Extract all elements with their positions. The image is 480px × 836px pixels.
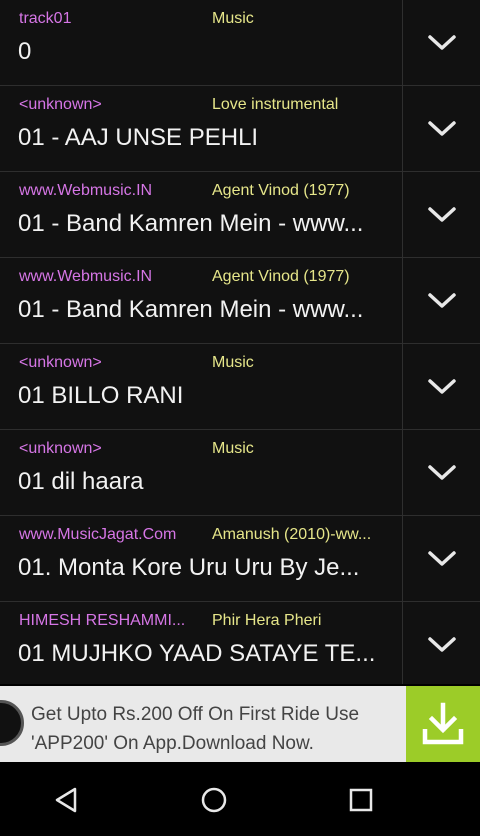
expand-button[interactable] [403, 86, 480, 172]
track-title: 01 BILLO RANI [18, 382, 184, 409]
expand-button[interactable] [403, 430, 480, 516]
track-album: Music [212, 354, 254, 371]
ad-banner[interactable]: Get Upto Rs.200 Off On First Ride Use 'A… [0, 686, 480, 762]
home-circle-icon [201, 787, 227, 813]
track-artist: www.MusicJagat.Com [19, 526, 177, 543]
back-button[interactable] [42, 780, 90, 820]
chevron-down-icon [427, 207, 456, 222]
track-album: Phir Hera Pheri [212, 612, 322, 629]
track-row[interactable]: www.Webmusic.IN Agent Vinod (1977) 01 - … [0, 172, 480, 258]
track-artist: <unknown> [19, 440, 102, 457]
recents-square-icon [349, 788, 373, 812]
home-button[interactable] [190, 780, 238, 820]
track-title: 01 - Band Kamren Mein - www... [18, 210, 364, 237]
track-title: 0 [18, 38, 32, 65]
expand-button[interactable] [403, 172, 480, 258]
ad-download-button[interactable] [406, 686, 480, 762]
track-row[interactable]: <unknown> Music 01 BILLO RANI [0, 344, 480, 430]
chevron-down-icon [427, 637, 456, 652]
track-row[interactable]: www.MusicJagat.Com Amanush (2010)-ww... … [0, 516, 480, 602]
ad-logo [0, 700, 24, 746]
track-list: track01 Music 0 <unknown> Love instrumen… [0, 0, 480, 684]
track-title: 01 - AAJ UNSE PEHLI [18, 124, 259, 151]
chevron-down-icon [427, 551, 456, 566]
chevron-down-icon [427, 379, 456, 394]
expand-button[interactable] [403, 258, 480, 344]
expand-button[interactable] [403, 516, 480, 602]
track-album: Agent Vinod (1977) [212, 182, 350, 199]
back-triangle-icon [55, 787, 77, 813]
track-row[interactable]: <unknown> Music 01 dil haara [0, 430, 480, 516]
track-artist: HIMESH RESHAMMI... [19, 612, 186, 629]
track-title: 01 MUJHKO YAAD SATAYE TE... [18, 640, 376, 667]
track-row[interactable]: www.Webmusic.IN Agent Vinod (1977) 01 - … [0, 258, 480, 344]
track-album: Love instrumental [212, 96, 339, 113]
expand-button[interactable] [403, 0, 480, 86]
track-title: 01 dil haara [18, 468, 144, 495]
expand-button[interactable] [403, 344, 480, 430]
track-album: Agent Vinod (1977) [212, 268, 350, 285]
track-artist: www.Webmusic.IN [19, 182, 153, 199]
chevron-down-icon [427, 465, 456, 480]
chevron-down-icon [427, 121, 456, 136]
track-artist: www.Webmusic.IN [19, 268, 153, 285]
download-icon [422, 702, 464, 745]
expand-button[interactable] [403, 602, 480, 684]
chevron-down-icon [427, 293, 456, 308]
ad-text: Get Upto Rs.200 Off On First Ride Use 'A… [31, 704, 360, 754]
track-row[interactable]: track01 Music 0 [0, 0, 480, 86]
navigation-bar [0, 762, 480, 836]
track-artist: track01 [19, 10, 72, 27]
track-artist: <unknown> [19, 96, 102, 113]
track-title: 01. Monta Kore Uru Uru By Je... [18, 554, 360, 581]
chevron-down-icon [427, 35, 456, 50]
track-album: Amanush (2010)-ww... [212, 526, 372, 543]
track-row[interactable]: <unknown> Love instrumental 01 - AAJ UNS… [0, 86, 480, 172]
track-album: Music [212, 10, 254, 27]
track-artist: <unknown> [19, 354, 102, 371]
track-row[interactable]: HIMESH RESHAMMI... Phir Hera Pheri 01 MU… [0, 602, 480, 684]
track-album: Music [212, 440, 254, 457]
track-title: 01 - Band Kamren Mein - www... [18, 296, 364, 323]
recents-button[interactable] [337, 780, 385, 820]
